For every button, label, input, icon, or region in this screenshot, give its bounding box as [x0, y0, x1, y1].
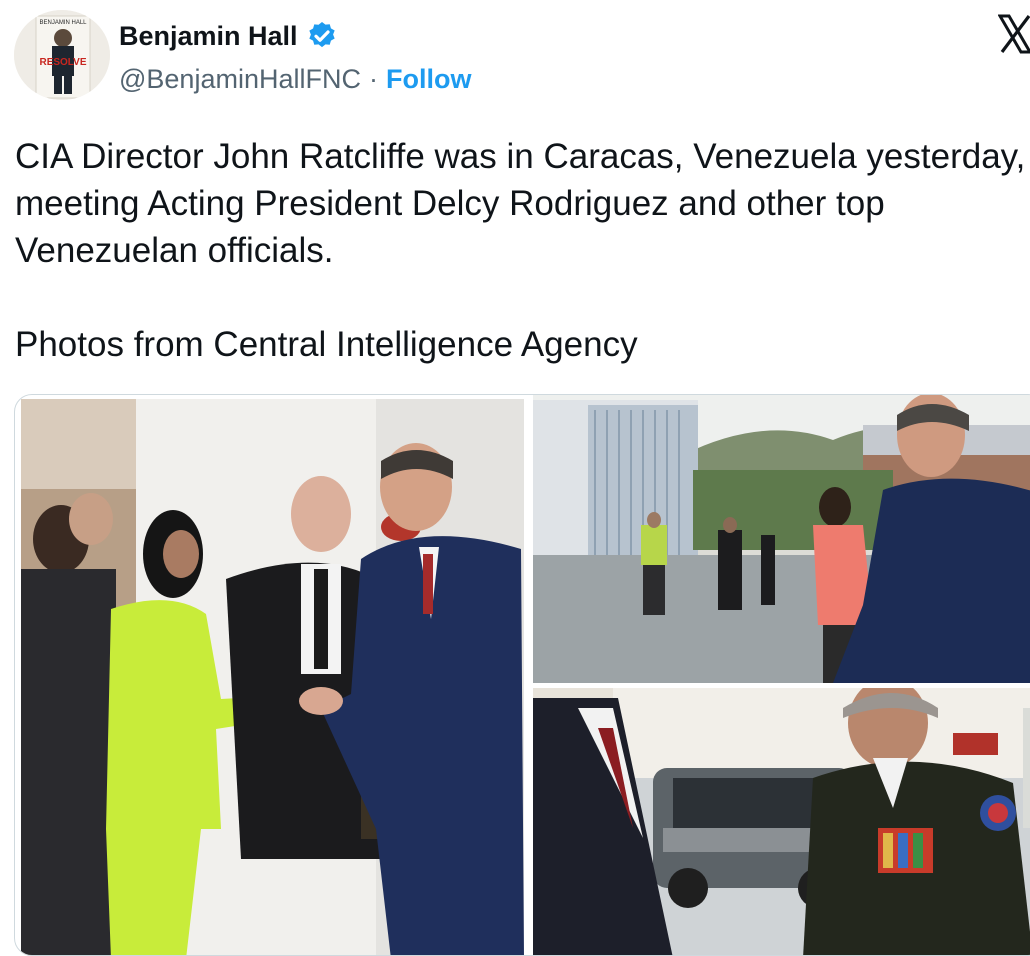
- author-name[interactable]: Benjamin Hall: [119, 21, 298, 52]
- avatar-book-author: BENJAMIN HALL: [39, 20, 87, 26]
- photo-military-officer[interactable]: [533, 688, 1030, 955]
- avatar-book-image: BENJAMIN HALL RESOLVE: [14, 10, 110, 100]
- verified-badge-icon: [308, 22, 335, 48]
- author-handle-row: @BenjaminHallFNC · Follow: [119, 64, 471, 95]
- photo-handshake[interactable]: [21, 399, 524, 955]
- author-name-row: Benjamin Hall: [119, 20, 338, 52]
- follow-button[interactable]: Follow: [386, 64, 471, 95]
- x-logo-icon[interactable]: [998, 14, 1030, 54]
- photo-airport-arrival[interactable]: [533, 395, 1030, 683]
- author-handle[interactable]: @BenjaminHallFNC: [119, 64, 361, 95]
- tweet-text: CIA Director John Ratcliffe was in Carac…: [15, 133, 1027, 368]
- media-grid: [14, 394, 1030, 956]
- separator-dot: ·: [368, 64, 378, 94]
- tweet-paragraph-1: CIA Director John Ratcliffe was in Carac…: [15, 137, 1026, 270]
- author-avatar[interactable]: BENJAMIN HALL RESOLVE: [14, 10, 110, 100]
- tweet-paragraph-2: Photos from Central Intelligence Agency: [15, 325, 638, 364]
- avatar-book-title: RESOLVE: [39, 57, 86, 68]
